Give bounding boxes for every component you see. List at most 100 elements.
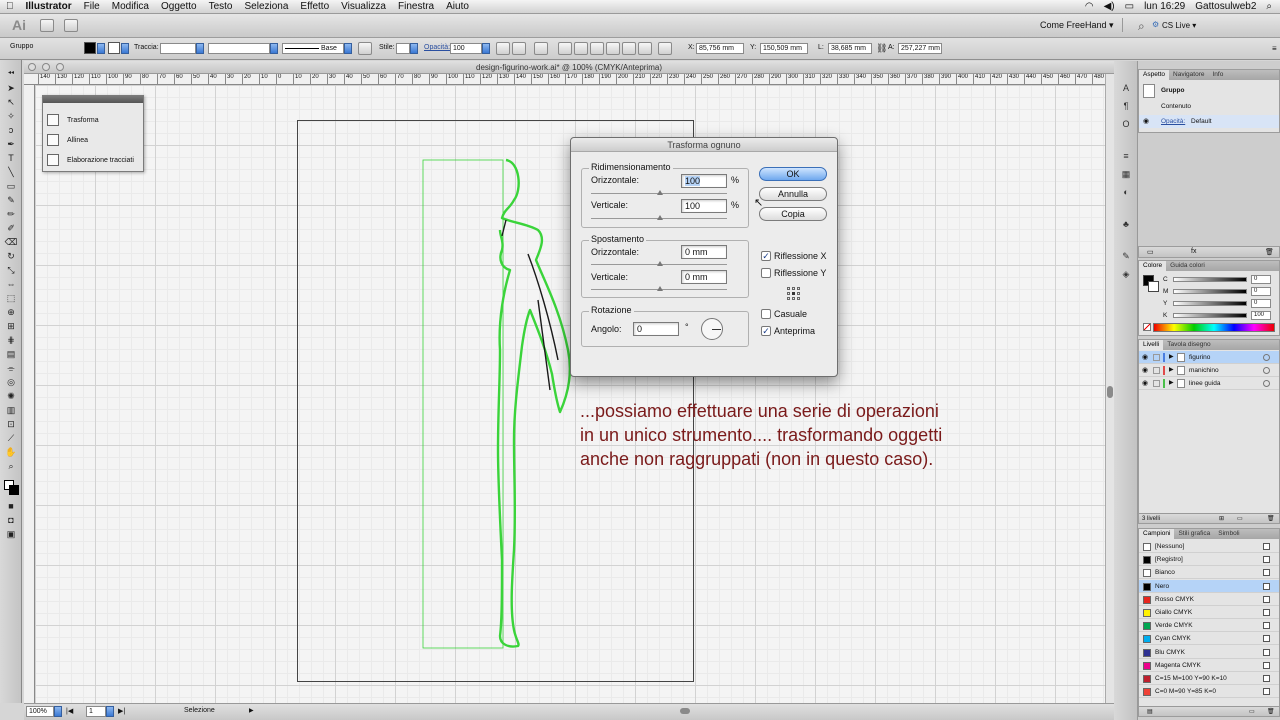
- brushes-panel-icon[interactable]: ✎: [1120, 251, 1132, 263]
- lock-toggle[interactable]: [1153, 380, 1160, 387]
- rotate-tool-icon[interactable]: ↻: [4, 250, 18, 262]
- target-circle-icon[interactable]: [1263, 367, 1270, 374]
- stroke-color-icon[interactable]: [9, 485, 19, 495]
- type-tool-icon[interactable]: T: [4, 152, 18, 164]
- arrange-documents-icon[interactable]: [64, 19, 78, 32]
- scale-h-field[interactable]: 100: [685, 176, 701, 186]
- vertical-scrollbar[interactable]: [1105, 74, 1114, 703]
- draw-mode-icon[interactable]: ◘: [4, 514, 18, 526]
- battery-icon[interactable]: ▭: [1125, 1, 1134, 12]
- preview-label[interactable]: Anteprima: [774, 326, 815, 336]
- opacity-dropdown[interactable]: [482, 43, 490, 54]
- move-v-field[interactable]: 0 mm: [681, 270, 727, 284]
- channel-slider[interactable]: [1173, 289, 1247, 294]
- reference-point-dot[interactable]: [797, 297, 800, 300]
- tab-tavola-disegno[interactable]: Tavola disegno: [1163, 340, 1214, 350]
- cs-live-button[interactable]: CS Live ▾: [1162, 21, 1196, 30]
- constrain-proportions-icon[interactable]: ⛓: [876, 43, 887, 54]
- target-circle-icon[interactable]: [1263, 380, 1270, 387]
- menu-finestra[interactable]: Finestra: [392, 0, 440, 14]
- brush-options-icon[interactable]: [358, 42, 372, 55]
- menu-aiuto[interactable]: Aiuto: [440, 0, 475, 14]
- cs-live-icon[interactable]: ⚙: [1152, 20, 1159, 29]
- reference-point-locator[interactable]: [787, 287, 800, 300]
- eyedropper-tool-icon[interactable]: ⌯: [4, 362, 18, 374]
- tab-simboli[interactable]: Simboli: [1214, 529, 1243, 539]
- status-menu-icon[interactable]: ▶: [249, 707, 254, 714]
- preview-checkbox[interactable]: ✓: [761, 326, 771, 336]
- appearance-opacity-row[interactable]: ◉ Opacità: Default: [1139, 115, 1279, 128]
- reflect-y-checkbox[interactable]: [761, 268, 771, 278]
- menu-testo[interactable]: Testo: [203, 0, 239, 14]
- reflect-y-label[interactable]: Riflessione Y: [774, 268, 826, 278]
- zoom-tool-icon[interactable]: ⌕: [4, 460, 18, 472]
- zoom-window-icon[interactable]: [56, 63, 64, 71]
- swatch-row[interactable]: Blu CMYK: [1139, 646, 1279, 659]
- search-icon[interactable]: ⌕: [1138, 19, 1145, 34]
- perspective-grid-tool-icon[interactable]: ⊞: [4, 320, 18, 332]
- artboard-dropdown[interactable]: [106, 706, 114, 717]
- pen-tool-icon[interactable]: ✒: [4, 138, 18, 150]
- add-effect-icon[interactable]: fx: [1191, 248, 1196, 255]
- color-spectrum[interactable]: [1153, 323, 1275, 332]
- recolor-icon[interactable]: [496, 42, 510, 55]
- menu-oggetto[interactable]: Oggetto: [155, 0, 203, 14]
- stroke-swatch[interactable]: [108, 42, 120, 54]
- panel-item-trasforma[interactable]: Trasforma: [47, 112, 99, 128]
- screen-mode-icon[interactable]: ▣: [4, 528, 18, 540]
- channel-slider[interactable]: [1173, 301, 1247, 306]
- scale-h-slider-knob[interactable]: [657, 190, 663, 195]
- fill-dropdown[interactable]: [97, 43, 105, 54]
- pencil-tool-icon[interactable]: ✏: [4, 208, 18, 220]
- lock-toggle[interactable]: [1153, 367, 1160, 374]
- copy-button[interactable]: Copia: [759, 207, 827, 221]
- blob-brush-tool-icon[interactable]: ✐: [4, 222, 18, 234]
- channel-value-field[interactable]: 100: [1251, 311, 1271, 320]
- new-sublayer-icon[interactable]: ⊞: [1219, 514, 1224, 524]
- channel-value-field[interactable]: 0: [1251, 275, 1271, 284]
- symbols-panel-icon[interactable]: ♣: [1120, 219, 1132, 231]
- horizontal-ruler[interactable]: 140 130 120 110 100 90 80 70 60 50 40 30 20 10 0 10 20 30…: [24, 74, 1114, 85]
- tab-navigatore[interactable]: Navigatore: [1169, 70, 1208, 80]
- paragraph-icon[interactable]: ¶: [1120, 101, 1132, 113]
- brush-field[interactable]: Base: [282, 43, 344, 54]
- stroke-weight-field[interactable]: [160, 43, 196, 54]
- minimize-window-icon[interactable]: [42, 63, 50, 71]
- graphic-styles-panel-icon[interactable]: ◈: [1120, 269, 1132, 281]
- line-tool-icon[interactable]: ╲: [4, 166, 18, 178]
- none-color-icon[interactable]: [1143, 323, 1151, 331]
- channel-value-field[interactable]: 0: [1251, 287, 1271, 296]
- color-channel-c[interactable]: C0: [1163, 275, 1277, 285]
- move-h-slider-knob[interactable]: [657, 261, 663, 266]
- style-dropdown[interactable]: [410, 43, 418, 54]
- tab-stili-grafica[interactable]: Stili grafica: [1174, 529, 1214, 539]
- align-bottom-icon[interactable]: [638, 42, 652, 55]
- expand-triangle-icon[interactable]: ▶: [1169, 377, 1174, 390]
- height-field[interactable]: 257,227 mm: [898, 43, 942, 54]
- spotlight-icon[interactable]: ⌕: [1266, 1, 1272, 12]
- transform-reference-icon[interactable]: [658, 42, 672, 55]
- vertical-ruler[interactable]: [24, 85, 35, 703]
- panel-item-elaborazione-tracciati[interactable]: Elaborazione tracciati: [47, 152, 134, 168]
- last-artboard-icon[interactable]: ▶|: [118, 707, 125, 715]
- reference-point-dot[interactable]: [792, 292, 795, 295]
- magic-wand-tool-icon[interactable]: ✧: [4, 110, 18, 122]
- control-panel-menu-icon[interactable]: ≡: [1272, 44, 1277, 53]
- reflect-x-label[interactable]: Riflessione X: [774, 251, 827, 261]
- workspace-switcher[interactable]: Come FreeHand ▾: [1040, 20, 1114, 31]
- lock-toggle[interactable]: [1153, 354, 1160, 361]
- hand-tool-icon[interactable]: ✋: [4, 446, 18, 458]
- close-window-icon[interactable]: [28, 63, 36, 71]
- tab-guida-colori[interactable]: Guida colori: [1166, 261, 1209, 271]
- zoom-dropdown[interactable]: [54, 706, 62, 717]
- new-swatch-icon[interactable]: ▭: [1249, 707, 1255, 717]
- target-icon[interactable]: [534, 42, 548, 55]
- delete-swatch-icon[interactable]: 🗑: [1267, 707, 1275, 717]
- reference-point-dot[interactable]: [787, 297, 790, 300]
- horizontal-scroll-thumb[interactable]: [680, 708, 690, 714]
- gradient-panel-icon[interactable]: ▦: [1120, 169, 1132, 181]
- reference-point-dot[interactable]: [787, 287, 790, 290]
- swatch-library-icon[interactable]: ▤: [1147, 707, 1153, 717]
- color-channel-k[interactable]: K 100: [1163, 311, 1277, 321]
- scale-v-field[interactable]: 100: [681, 199, 727, 213]
